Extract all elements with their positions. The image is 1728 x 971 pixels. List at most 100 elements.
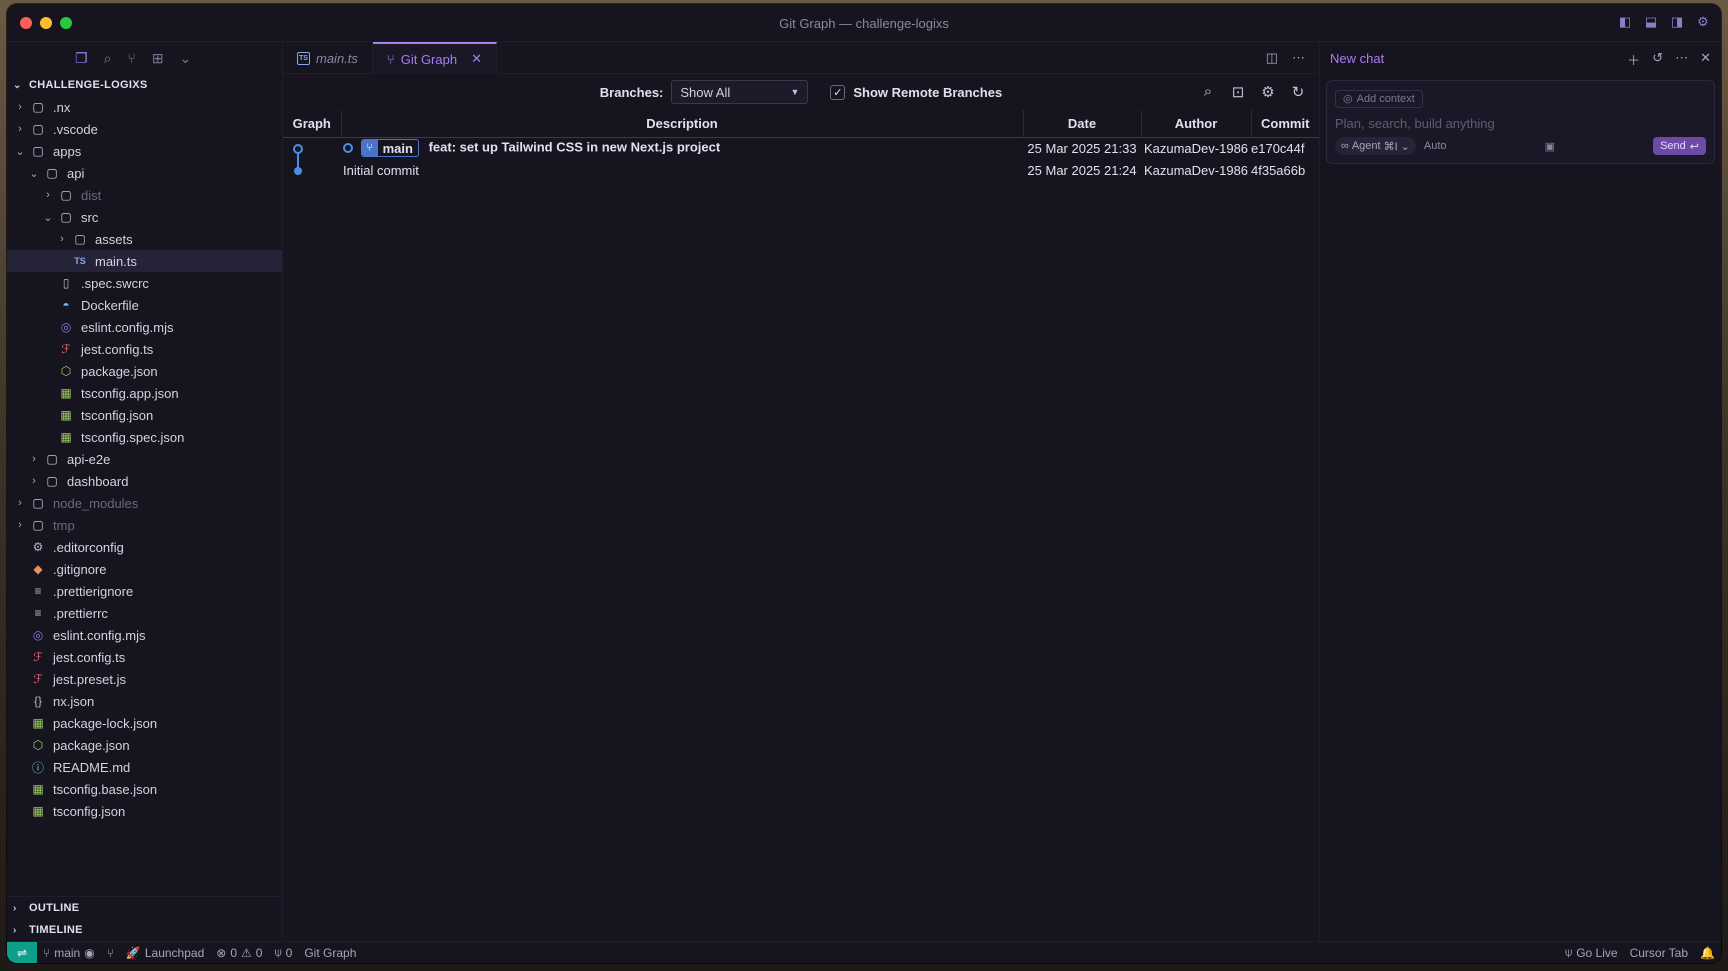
- more-actions-icon[interactable]: ⋯: [1675, 50, 1688, 69]
- tree-item[interactable]: ▦ tsconfig.app.json: [7, 382, 282, 404]
- column-author[interactable]: Author: [1141, 110, 1252, 138]
- apps-folder-icon: ▢: [32, 144, 44, 158]
- extensions-icon[interactable]: ⊞: [152, 50, 164, 67]
- tree-item[interactable]: TS main.ts: [7, 250, 282, 272]
- tree-item[interactable]: ◆ .gitignore: [7, 558, 282, 580]
- search-icon[interactable]: ⌕: [1199, 83, 1217, 101]
- tree-item[interactable]: › ▢ api-e2e: [7, 448, 282, 470]
- tree-item[interactable]: ▦ tsconfig.base.json: [7, 778, 282, 800]
- tree-item[interactable]: ◎ eslint.config.mjs: [7, 316, 282, 338]
- tree-item[interactable]: ≡ .prettierrc: [7, 602, 282, 624]
- settings-gear-icon[interactable]: ⚙: [1695, 14, 1711, 30]
- close-tab-icon[interactable]: ✕: [471, 51, 482, 67]
- chevron-right-icon: ›: [18, 101, 22, 113]
- tree-item[interactable]: › ▢ node_modules: [7, 492, 282, 514]
- go-live-button[interactable]: ⍦ Go Live: [1559, 945, 1624, 960]
- tree-item[interactable]: ℱjest.config.ts: [7, 338, 282, 360]
- show-remote-branches-label[interactable]: Show Remote Branches: [853, 85, 1002, 100]
- tree-item[interactable]: › ▢ dist: [7, 184, 282, 206]
- toggle-panel-icon[interactable]: ⬓: [1643, 14, 1659, 30]
- commit-row[interactable]: ⑂ main feat: set up Tailwind CSS in new …: [283, 137, 1319, 175]
- column-date[interactable]: Date: [1023, 110, 1142, 138]
- tree-item[interactable]: ◓ Dockerfile: [7, 294, 282, 316]
- source-control-icon[interactable]: ⑂: [127, 50, 135, 66]
- chevron-right-icon: ›: [60, 233, 64, 245]
- model-selector[interactable]: Auto: [1424, 140, 1447, 152]
- problems-status[interactable]: ⊗ 0 ⚠ 0: [210, 946, 268, 960]
- tree-item[interactable]: › ▢ tmp: [7, 514, 282, 536]
- toggle-secondary-sidebar-icon[interactable]: ◨: [1669, 14, 1685, 30]
- workspace-section-header[interactable]: ⌄ CHALLENGE-LOGIXS: [7, 74, 282, 96]
- terminal-icon[interactable]: ⊡: [1229, 83, 1247, 101]
- new-chat-plus-icon[interactable]: ＋: [1627, 50, 1640, 69]
- send-button[interactable]: Send ↩: [1653, 137, 1706, 155]
- tree-item[interactable]: ▦ tsconfig.json: [7, 800, 282, 822]
- tree-item[interactable]: › ▢ .nx: [7, 96, 282, 118]
- tree-item[interactable]: ℱjest.preset.js: [7, 668, 282, 690]
- split-editor-icon[interactable]: ◫: [1266, 50, 1278, 66]
- refresh-icon[interactable]: ↻: [1289, 83, 1307, 101]
- tree-item[interactable]: ▦ package-lock.json: [7, 712, 282, 734]
- agent-mode-selector[interactable]: ∞ Agent ⌘I ⌄: [1335, 137, 1416, 155]
- tree-item[interactable]: {} nx.json: [7, 690, 282, 712]
- chat-input[interactable]: Plan, search, build anything: [1335, 116, 1706, 131]
- show-remote-branches-checkbox[interactable]: ✓: [830, 84, 846, 100]
- search-icon[interactable]: ⌕: [104, 50, 112, 67]
- tree-item-label: nx.json: [53, 693, 95, 709]
- ports-count: 0: [285, 945, 293, 960]
- column-description[interactable]: Description: [341, 110, 1024, 138]
- git-graph-status-icon[interactable]: ⑂: [101, 946, 120, 960]
- remote-indicator-button[interactable]: ⇌: [7, 941, 37, 963]
- chevron-right-icon: ›: [18, 497, 22, 509]
- close-panel-icon[interactable]: ✕: [1700, 50, 1711, 69]
- more-views-chevron-icon[interactable]: ⌄: [180, 50, 192, 67]
- tree-item[interactable]: ◎ eslint.config.mjs: [7, 624, 282, 646]
- branches-dropdown[interactable]: Show All ▼: [671, 80, 809, 104]
- timeline-section-header[interactable]: › TIMELINE: [7, 919, 282, 941]
- tree-item[interactable]: ▯ .spec.swcrc: [7, 272, 282, 294]
- cursor-tab-button[interactable]: Cursor Tab: [1624, 946, 1694, 960]
- branch-ref-badge[interactable]: ⑂ main: [360, 139, 419, 158]
- settings-gear-icon[interactable]: ⚙: [1259, 83, 1277, 101]
- column-graph[interactable]: Graph: [283, 110, 342, 138]
- chat-tab-title[interactable]: New chat: [1330, 51, 1384, 66]
- ports-status[interactable]: ⍦ 0: [268, 945, 298, 960]
- attach-image-icon[interactable]: ▣: [1545, 140, 1555, 153]
- tree-item[interactable]: ℱjest.config.ts: [7, 646, 282, 668]
- add-context-button[interactable]: ◎ Add context: [1335, 89, 1423, 108]
- tree-item[interactable]: › ▢ assets: [7, 228, 282, 250]
- tree-item[interactable]: ≡ .prettierignore: [7, 580, 282, 602]
- commit-row[interactable]: Initial commit 25 Mar 2025 21:24 KazumaD…: [283, 159, 1319, 181]
- tree-item[interactable]: › ▢ .vscode: [7, 118, 282, 140]
- commit-node-head[interactable]: [293, 143, 303, 154]
- editor-actions: ◫ ⋯: [1266, 50, 1305, 66]
- tab-git-graph[interactable]: ⑂ Git Graph ✕: [372, 42, 497, 74]
- column-commit[interactable]: Commit: [1251, 110, 1319, 138]
- tree-item[interactable]: ⬡ package.json: [7, 360, 282, 382]
- cursor-tab-label: Cursor Tab: [1629, 945, 1689, 960]
- tab-main-ts[interactable]: TS main.ts: [283, 42, 373, 74]
- commit-node[interactable]: [294, 166, 302, 175]
- tree-item[interactable]: ⌄ ▢ src: [7, 206, 282, 228]
- tree-item[interactable]: › ▢ dashboard: [7, 470, 282, 492]
- more-actions-icon[interactable]: ⋯: [1292, 50, 1305, 66]
- outline-section-header[interactable]: › OUTLINE: [7, 897, 282, 919]
- commit-author: KazumaDev-1986: [1143, 140, 1249, 156]
- toggle-primary-sidebar-icon[interactable]: ◧: [1617, 14, 1633, 30]
- branch-status[interactable]: ⑂ main ◉: [37, 946, 101, 960]
- tree-item[interactable]: ▦ tsconfig.spec.json: [7, 426, 282, 448]
- source-control-icon: ⑂: [106, 945, 114, 960]
- add-context-label: Add context: [1356, 92, 1415, 105]
- tree-item[interactable]: ⌄ ▢ apps: [7, 140, 282, 162]
- history-icon[interactable]: ↺: [1652, 50, 1663, 69]
- notifications-button[interactable]: 🔔: [1694, 946, 1721, 960]
- timeline-label: TIMELINE: [29, 924, 83, 936]
- tree-item[interactable]: ⓘ README.md: [7, 756, 282, 778]
- launchpad-button[interactable]: 🚀 Launchpad: [120, 946, 210, 960]
- tree-item[interactable]: ⬡ package.json: [7, 734, 282, 756]
- tree-item[interactable]: ▦ tsconfig.json: [7, 404, 282, 426]
- git-graph-status-button[interactable]: Git Graph: [298, 946, 362, 960]
- tree-item[interactable]: ⚙ .editorconfig: [7, 536, 282, 558]
- tree-item[interactable]: ⌄ ▢ api: [7, 162, 282, 184]
- explorer-files-icon[interactable]: ❐: [75, 50, 88, 67]
